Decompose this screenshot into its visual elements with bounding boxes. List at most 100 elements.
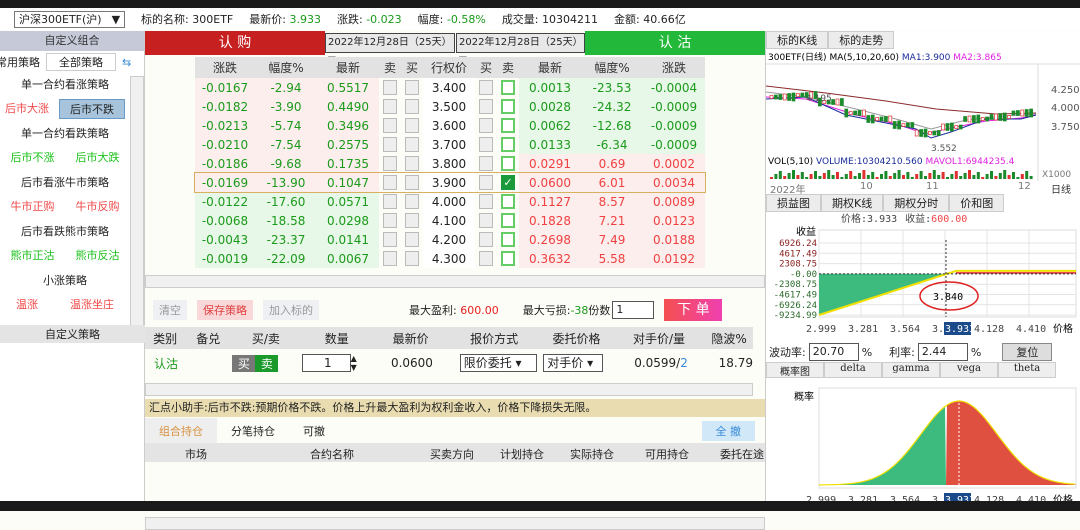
checkbox[interactable]: [383, 118, 397, 133]
option-row[interactable]: -0.0019 -22.09 0.0067 4.300 0.3632 5.58 0.0192: [195, 249, 705, 268]
checkbox[interactable]: [479, 80, 493, 95]
put-sell-checkbox[interactable]: [497, 249, 519, 268]
call-sell-checkbox[interactable]: [379, 97, 401, 116]
checkbox[interactable]: [479, 251, 493, 266]
call-buy-checkbox[interactable]: [401, 116, 423, 135]
put-sell-checkbox[interactable]: [497, 154, 519, 173]
call-buy-checkbox[interactable]: [401, 173, 423, 192]
strategy-item[interactable]: 后市大跌: [76, 145, 120, 171]
add-underlying-button[interactable]: 加入标的: [263, 300, 319, 320]
tab-payoff[interactable]: 损益图: [766, 194, 821, 212]
checkbox[interactable]: [501, 99, 515, 114]
checkbox[interactable]: [383, 251, 397, 266]
option-row[interactable]: -0.0182 -3.90 0.4490 3.500 0.0028 -24.32 -0.00…: [195, 97, 705, 116]
checkbox[interactable]: [383, 194, 397, 209]
checkbox[interactable]: [405, 156, 419, 171]
tab-vega[interactable]: vega: [940, 362, 998, 378]
checkbox[interactable]: [501, 80, 515, 95]
price-select[interactable]: 对手价 ▾: [543, 354, 604, 372]
strategy-item[interactable]: 温涨: [16, 292, 38, 318]
checkbox[interactable]: [501, 251, 515, 266]
checkbox[interactable]: [501, 213, 515, 228]
checkbox[interactable]: [479, 156, 493, 171]
checkbox[interactable]: [383, 80, 397, 95]
strategy-item[interactable]: 牛市反购: [76, 194, 120, 220]
checkbox[interactable]: [479, 137, 493, 152]
call-buy-checkbox[interactable]: [401, 154, 423, 173]
checkbox[interactable]: [479, 118, 493, 133]
checkmark-icon[interactable]: ✓: [501, 175, 515, 190]
call-buy-checkbox[interactable]: [401, 211, 423, 230]
call-sell-checkbox[interactable]: [379, 135, 401, 154]
checkbox[interactable]: [479, 194, 493, 209]
call-sell-checkbox[interactable]: [379, 78, 401, 97]
call-sell-checkbox[interactable]: [379, 192, 401, 211]
put-sell-checkbox[interactable]: [497, 116, 519, 135]
reset-button[interactable]: 复位: [1002, 343, 1053, 361]
checkbox[interactable]: [405, 80, 419, 95]
call-buy-checkbox[interactable]: [401, 135, 423, 154]
tab-option-intraday[interactable]: 期权分时: [883, 194, 950, 212]
volatility-input[interactable]: 20.70: [808, 343, 859, 361]
order-qty-input[interactable]: 1: [302, 354, 351, 372]
call-buy-checkbox[interactable]: [401, 249, 423, 268]
put-buy-checkbox[interactable]: [475, 211, 497, 230]
checkbox[interactable]: [383, 156, 397, 171]
period-label[interactable]: 日线: [1051, 181, 1071, 196]
checkbox[interactable]: [479, 213, 493, 228]
chain-h-scrollbar[interactable]: [145, 275, 765, 288]
tab-price-sum[interactable]: 价和图: [949, 194, 1005, 212]
call-buy-checkbox[interactable]: [401, 97, 423, 116]
strategy-item[interactable]: 温涨坐庄: [70, 292, 114, 318]
option-row[interactable]: -0.0122 -17.60 0.0571 4.000 0.1127 8.57 0.0089: [195, 192, 705, 211]
put-sell-checkbox[interactable]: [497, 230, 519, 249]
put-sell-checkbox[interactable]: [497, 135, 519, 154]
put-sell-checkbox[interactable]: ✓: [497, 173, 519, 192]
buy-toggle[interactable]: 买: [232, 354, 256, 372]
checkbox[interactable]: [501, 232, 515, 247]
strategy-item[interactable]: 熊市反沽: [76, 243, 120, 269]
put-sell-checkbox[interactable]: [497, 78, 519, 97]
call-sell-checkbox[interactable]: [379, 230, 401, 249]
put-buy-checkbox[interactable]: [475, 173, 497, 192]
tab-gamma[interactable]: gamma: [882, 362, 940, 378]
tab-underlying-trend[interactable]: 标的走势: [828, 31, 895, 49]
checkbox[interactable]: [405, 213, 419, 228]
call-sell-checkbox[interactable]: [379, 154, 401, 173]
put-sell-checkbox[interactable]: [497, 97, 519, 116]
price-mode-select[interactable]: 限价委托 ▾: [459, 354, 538, 372]
tab-split-positions[interactable]: 分笔持仓: [217, 418, 289, 444]
sell-toggle[interactable]: 卖: [255, 354, 279, 372]
checkbox[interactable]: [405, 118, 419, 133]
tab-概率图[interactable]: 概率图: [766, 362, 824, 378]
call-sell-checkbox[interactable]: [379, 249, 401, 268]
strategy-item[interactable]: 后市不涨: [11, 145, 55, 171]
checkbox[interactable]: [405, 194, 419, 209]
strategy-item[interactable]: 熊市正沽: [11, 243, 55, 269]
checkbox[interactable]: [501, 156, 515, 171]
checkbox[interactable]: [405, 137, 419, 152]
underlying-select[interactable]: 沪深300ETF(沪) ▼: [14, 10, 126, 28]
strategy-item[interactable]: 后市不跌: [59, 99, 125, 119]
checkbox[interactable]: [501, 118, 515, 133]
put-buy-checkbox[interactable]: [475, 97, 497, 116]
option-row[interactable]: -0.0213 -5.74 0.3496 3.600 0.0062 -12.68 -0.00…: [195, 116, 705, 135]
buy-sell-toggle[interactable]: 买卖: [232, 354, 302, 372]
checkbox[interactable]: [383, 99, 397, 114]
option-row[interactable]: -0.0210 -7.54 0.2575 3.700 0.0133 -6.34 -0.000…: [195, 135, 705, 154]
put-sell-checkbox[interactable]: [497, 211, 519, 230]
checkbox[interactable]: [383, 232, 397, 247]
tab-combo-positions[interactable]: 组合持仓: [145, 418, 217, 444]
call-sell-checkbox[interactable]: [379, 173, 401, 192]
checkbox[interactable]: [405, 251, 419, 266]
checkbox[interactable]: [383, 175, 397, 190]
option-row[interactable]: -0.0043 -23.37 0.0141 4.200 0.2698 7.49 0.0188: [195, 230, 705, 249]
put-expiry-select[interactable]: 2022年12月28日（25天） ▼: [456, 33, 585, 66]
call-sell-checkbox[interactable]: [379, 116, 401, 135]
tab-all-strategies[interactable]: 全部策略: [46, 53, 116, 71]
put-buy-checkbox[interactable]: [475, 154, 497, 173]
tab-cancellable[interactable]: 可撤: [289, 418, 339, 444]
qty-stepper[interactable]: ▲ ▼: [351, 354, 365, 372]
tab-underlying-kline[interactable]: 标的K线: [766, 31, 829, 49]
checkbox[interactable]: [405, 175, 419, 190]
